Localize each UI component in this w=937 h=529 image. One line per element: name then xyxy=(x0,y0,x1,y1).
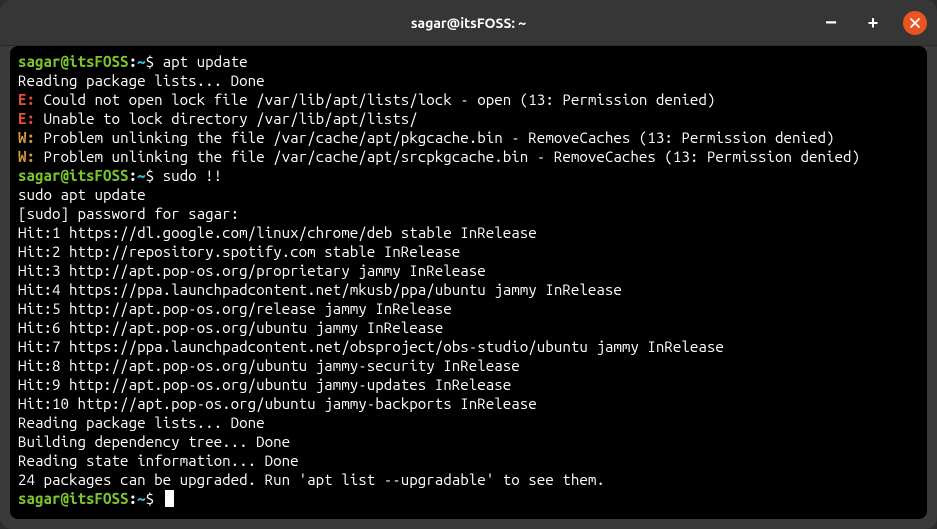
command-text: apt update xyxy=(154,53,248,70)
output-line: Hit:6 http://apt.pop-os.org/ubuntu jammy… xyxy=(18,318,919,337)
close-button[interactable] xyxy=(903,11,927,35)
prompt-path: ~ xyxy=(137,53,146,70)
error-line: E: Could not open lock file /var/lib/apt… xyxy=(18,90,919,109)
window-controls: − + xyxy=(819,11,927,35)
prompt-dollar: $ xyxy=(146,167,155,184)
prompt-user-host: sagar@itsFOSS xyxy=(18,490,129,507)
error-label: E: xyxy=(18,110,35,127)
output-line: Hit:5 http://apt.pop-os.org/release jamm… xyxy=(18,299,919,318)
output-line: Hit:3 http://apt.pop-os.org/proprietary … xyxy=(18,261,919,280)
prompt-colon: : xyxy=(129,490,138,507)
cursor xyxy=(165,490,174,507)
terminal-window: sagar@itsFOSS: ~ − + sagar@itsFOSS:~$ ap… xyxy=(0,0,937,529)
warning-label: W: xyxy=(18,148,35,165)
prompt-user-host: sagar@itsFOSS xyxy=(18,167,129,184)
command-text xyxy=(154,490,163,507)
prompt-line: sagar@itsFOSS:~$ sudo !! xyxy=(18,166,919,185)
prompt-path: ~ xyxy=(137,167,146,184)
warning-line: W: Problem unlinking the file /var/cache… xyxy=(18,128,919,147)
prompt-dollar: $ xyxy=(146,53,155,70)
minimize-button[interactable]: − xyxy=(819,11,843,35)
window-title: sagar@itsFOSS: ~ xyxy=(411,15,526,31)
output-line: 24 packages can be upgraded. Run 'apt li… xyxy=(18,470,919,489)
warning-label: W: xyxy=(18,129,35,146)
output-line: Hit:1 https://dl.google.com/linux/chrome… xyxy=(18,223,919,242)
output-line: Hit:7 https://ppa.launchpadcontent.net/o… xyxy=(18,337,919,356)
output-line: [sudo] password for sagar: xyxy=(18,204,919,223)
error-text: Unable to lock directory /var/lib/apt/li… xyxy=(35,110,418,127)
prompt-dollar: $ xyxy=(146,490,155,507)
prompt-path: ~ xyxy=(137,490,146,507)
output-line: Hit:10 http://apt.pop-os.org/ubuntu jamm… xyxy=(18,394,919,413)
output-line: Reading package lists... Done xyxy=(18,413,919,432)
output-line: Reading state information... Done xyxy=(18,451,919,470)
warning-line: W: Problem unlinking the file /var/cache… xyxy=(18,147,919,166)
prompt-user-host: sagar@itsFOSS xyxy=(18,53,129,70)
output-line: Hit:8 http://apt.pop-os.org/ubuntu jammy… xyxy=(18,356,919,375)
error-text: Could not open lock file /var/lib/apt/li… xyxy=(35,91,715,108)
warning-text: Problem unlinking the file /var/cache/ap… xyxy=(35,148,860,165)
prompt-line: sagar@itsFOSS:~$ xyxy=(18,489,919,508)
error-line: E: Unable to lock directory /var/lib/apt… xyxy=(18,109,919,128)
output-line: sudo apt update xyxy=(18,185,919,204)
output-line: Reading package lists... Done xyxy=(18,71,919,90)
output-line: Hit:4 https://ppa.launchpadcontent.net/m… xyxy=(18,280,919,299)
terminal-body[interactable]: sagar@itsFOSS:~$ apt update Reading pack… xyxy=(10,46,927,519)
error-label: E: xyxy=(18,91,35,108)
maximize-button[interactable]: + xyxy=(861,11,885,35)
output-line: Hit:2 http://repository.spotify.com stab… xyxy=(18,242,919,261)
titlebar[interactable]: sagar@itsFOSS: ~ − + xyxy=(0,0,937,46)
prompt-colon: : xyxy=(129,167,138,184)
prompt-line: sagar@itsFOSS:~$ apt update xyxy=(18,52,919,71)
prompt-colon: : xyxy=(129,53,138,70)
output-line: Hit:9 http://apt.pop-os.org/ubuntu jammy… xyxy=(18,375,919,394)
output-line: Building dependency tree... Done xyxy=(18,432,919,451)
command-text: sudo !! xyxy=(154,167,222,184)
close-icon xyxy=(909,17,921,29)
warning-text: Problem unlinking the file /var/cache/ap… xyxy=(35,129,834,146)
